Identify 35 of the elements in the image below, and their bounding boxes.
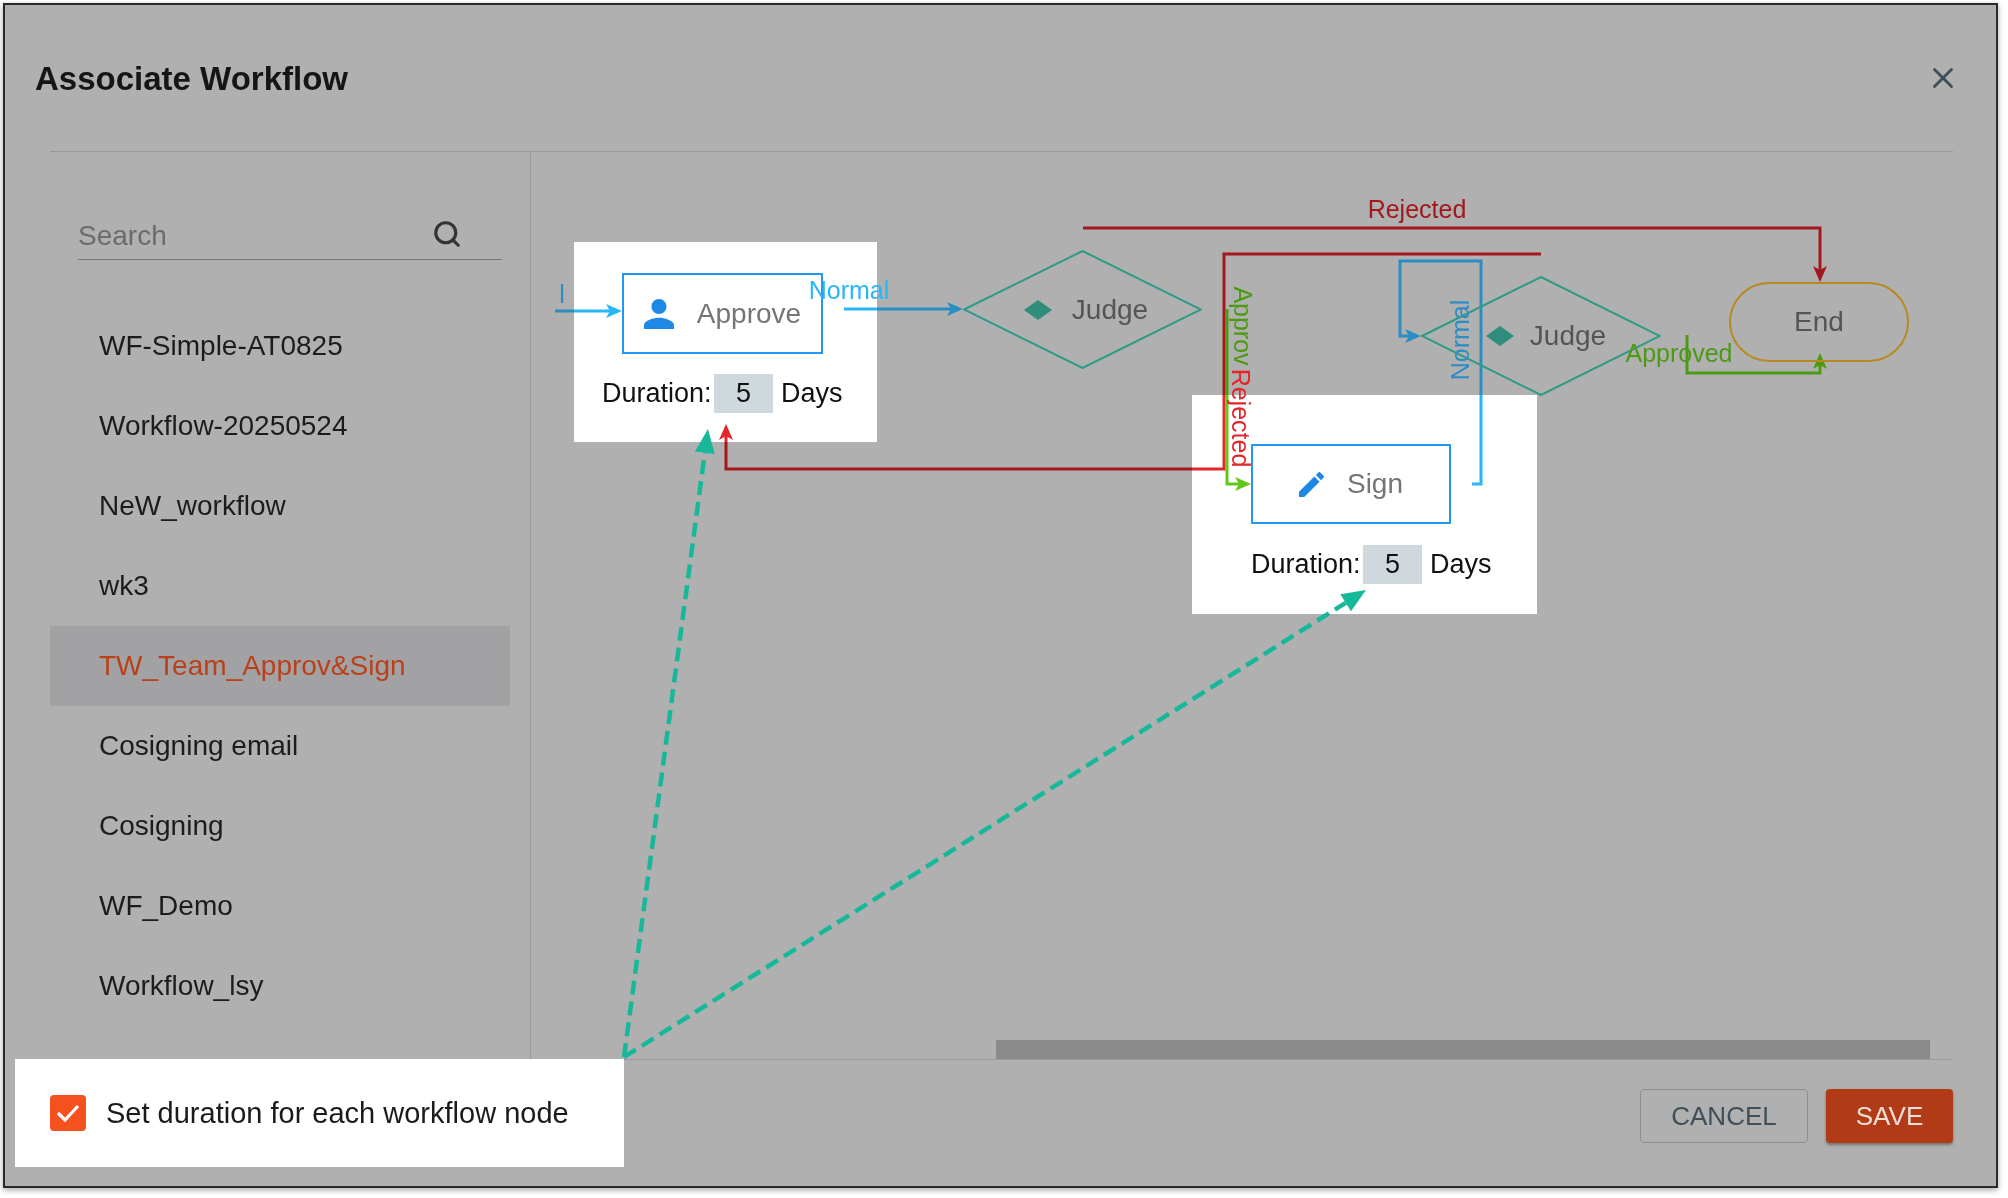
scrollbar[interactable] bbox=[996, 1040, 1930, 1059]
checkbox[interactable] bbox=[50, 1095, 86, 1131]
node-label: Judge bbox=[1071, 295, 1149, 324]
sidebar-item[interactable]: Workflow_lsy bbox=[50, 946, 510, 1026]
connector-arrow bbox=[555, 304, 622, 318]
sidebar-item[interactable]: WF-Simple-AT0825 bbox=[50, 306, 510, 386]
pencil-icon bbox=[1298, 471, 1324, 497]
node-label: Judge bbox=[1529, 322, 1607, 350]
duration-label: Duration: bbox=[1251, 551, 1362, 578]
duration-input[interactable]: 5 bbox=[714, 374, 773, 413]
edge-label: Rejected bbox=[1367, 196, 1467, 222]
sidebar-item[interactable]: Cosigning email bbox=[50, 706, 510, 786]
duration-unit: Days bbox=[1430, 551, 1492, 578]
edge-label: l bbox=[559, 281, 565, 307]
check-icon bbox=[56, 1104, 80, 1122]
node-label: Approve bbox=[696, 299, 802, 328]
duration-input[interactable]: 5 bbox=[1363, 545, 1422, 584]
person-icon bbox=[643, 298, 674, 329]
diamond-icon bbox=[1486, 326, 1514, 346]
checkbox-label: Set duration for each workflow node bbox=[106, 1098, 569, 1128]
duration-label: Duration: bbox=[602, 380, 713, 407]
duration-unit: Days bbox=[781, 380, 843, 407]
sidebar-item[interactable]: Cosigning bbox=[50, 786, 510, 866]
save-button[interactable]: SAVE bbox=[1826, 1089, 1953, 1143]
sidebar-item[interactable]: Workflow-20250524 bbox=[50, 386, 510, 466]
sidebar-item[interactable]: WF_Demo bbox=[50, 866, 510, 946]
edge-label: Normal bbox=[1449, 299, 1471, 381]
cancel-button[interactable]: CANCEL bbox=[1640, 1089, 1808, 1143]
search-icon bbox=[432, 219, 462, 249]
diamond-icon bbox=[1024, 299, 1052, 320]
node-label: Sign bbox=[1346, 470, 1403, 498]
search-field[interactable]: Search bbox=[78, 212, 502, 260]
sidebar-item[interactable]: NeW_workflow bbox=[50, 466, 510, 546]
sidebar-item[interactable]: wk3 bbox=[50, 546, 510, 626]
dialog-title: Associate Workflow bbox=[35, 61, 348, 95]
